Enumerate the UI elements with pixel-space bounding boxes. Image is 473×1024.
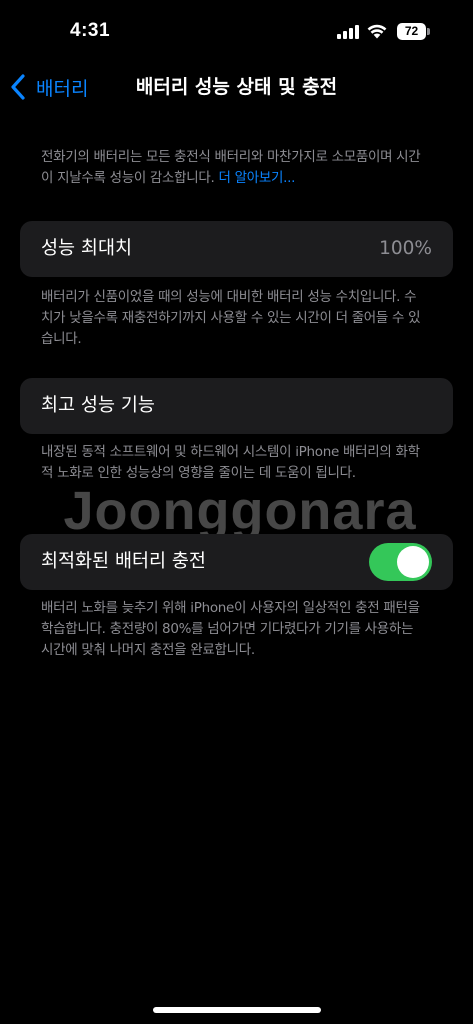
- battery-icon: 72: [397, 23, 431, 40]
- watermark: Joonggonara: [63, 481, 417, 541]
- max-capacity-label: 성능 최대치: [41, 238, 132, 259]
- max-capacity-value: 100%: [379, 238, 432, 259]
- status-bar: 4:31 72: [0, 0, 473, 60]
- optimized-charging-label: 최적화된 배터리 충전: [41, 551, 206, 572]
- peak-performance-label: 최고 성능 기능: [41, 395, 155, 416]
- max-capacity-footnote: 배터리가 신품이었을 때의 성능에 대비한 배터리 성능 수치입니다. 수치가 …: [41, 289, 421, 347]
- chevron-left-icon: [11, 74, 25, 100]
- battery-level: 72: [397, 23, 426, 40]
- toggle-knob: [397, 546, 429, 578]
- navigation-bar: 배터리 성능 상태 및 충전 배터리: [0, 62, 473, 112]
- peak-performance-footnote: 내장된 동적 소프트웨어 및 하드웨어 시스템이 iPhone 배터리의 화학적…: [41, 444, 420, 481]
- peak-performance-row: 최고 성능 기능: [20, 378, 453, 434]
- signal-icon: [337, 25, 359, 39]
- page-title-text: 배터리 성능 상태 및 충전: [135, 76, 338, 98]
- back-button-label: 배터리: [36, 77, 89, 100]
- back-button[interactable]: 배터리: [10, 72, 88, 102]
- intro-text: 전화기의 배터리는 모든 충전식 배터리와 마찬가지로 소모품이며 시간이 지날…: [41, 147, 421, 189]
- max-capacity-row: 성능 최대치 100%: [20, 221, 453, 277]
- battery-cap: [427, 28, 430, 35]
- optimized-charging-row: 최적화된 배터리 충전: [20, 534, 453, 590]
- status-time: 4:31: [70, 20, 111, 41]
- optimized-charging-footnote: 배터리 노화를 늦추기 위해 iPhone이 사용자의 일상적인 충전 패턴을 …: [41, 600, 420, 658]
- home-indicator[interactable]: [153, 1007, 321, 1013]
- wifi-icon: [367, 24, 387, 39]
- learn-more-link[interactable]: 더 알아보기...: [219, 170, 296, 186]
- optimized-charging-toggle[interactable]: [369, 543, 432, 581]
